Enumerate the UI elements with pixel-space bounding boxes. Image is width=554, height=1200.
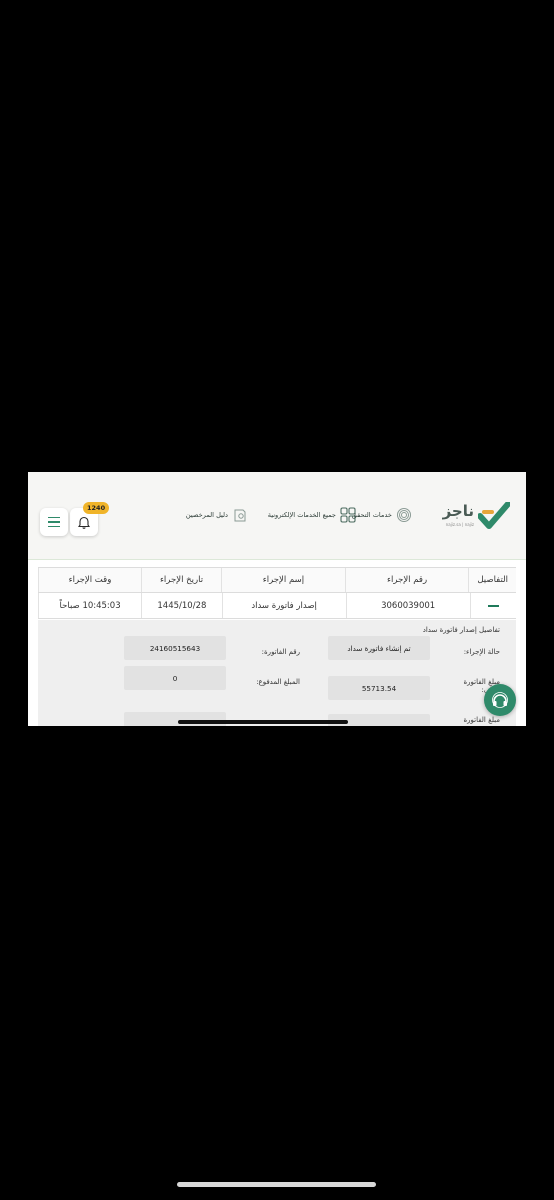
invoice-amount-label: مبلغ الفاتورة bbox=[463, 716, 501, 724]
invoice-number-label: رقم الفاتورة: bbox=[261, 648, 300, 656]
menu-line bbox=[48, 525, 60, 528]
nav-all-e-services-label: جميع الخدمات الإلكترونية bbox=[267, 511, 336, 519]
inner-home-indicator bbox=[178, 720, 348, 724]
najiz-logo[interactable]: ناجز najiz.sa | najiz bbox=[438, 502, 510, 532]
header-procedure-time: وقت الإجراء bbox=[38, 568, 141, 592]
status-label: حالة الإجراء: bbox=[463, 648, 500, 656]
notification-count-badge: 1240 bbox=[83, 502, 110, 514]
procedure-name-cell: إصدار فاتورة سداد bbox=[221, 593, 346, 618]
nav-all-e-services[interactable]: جميع الخدمات الإلكترونية bbox=[268, 507, 356, 523]
home-indicator[interactable] bbox=[177, 1182, 376, 1187]
header-procedure-date: تاريخ الإجراء bbox=[140, 568, 221, 592]
header-details: التفاصيل bbox=[468, 568, 516, 592]
logo-text: ناجز bbox=[442, 502, 474, 520]
procedures-table: التفاصيل رقم الإجراء إسم الإجراء تاريخ ا… bbox=[37, 567, 516, 619]
bell-icon bbox=[78, 516, 90, 529]
procedure-date-cell: 1445/10/28 bbox=[141, 593, 221, 618]
table-row: 3060039001 إصدار فاتورة سداد 1445/10/28 … bbox=[37, 593, 516, 619]
invoice-number-field: 24160515643 bbox=[124, 636, 226, 660]
header-procedure-name: إسم الإجراء bbox=[221, 568, 345, 592]
paid-amount-field: 0 bbox=[124, 666, 226, 690]
nav-licensees-guide[interactable]: دليل المرخصين bbox=[186, 507, 248, 523]
support-chat-button[interactable] bbox=[484, 684, 516, 716]
headset-icon bbox=[492, 692, 508, 708]
procedure-number-cell: 3060039001 bbox=[345, 593, 470, 618]
header-procedure-number: رقم الإجراء bbox=[344, 568, 469, 592]
details-title: تفاصيل إصدار فاتورة سداد bbox=[422, 626, 500, 634]
nav-licensees-guide-label: دليل المرخصين bbox=[185, 511, 228, 519]
license-guide-icon bbox=[234, 509, 246, 522]
table-header-row: التفاصيل رقم الإجراء إسم الإجراء تاريخ ا… bbox=[38, 567, 516, 593]
paid-amount-label: المبلغ المدفوع: bbox=[256, 678, 300, 686]
hamburger-menu-button[interactable] bbox=[40, 508, 68, 536]
menu-line bbox=[48, 521, 60, 523]
nav-verification-label: خدمات التحقق bbox=[351, 511, 392, 519]
total-amount-field: 55713.54 bbox=[328, 676, 430, 700]
fingerprint-icon bbox=[397, 508, 411, 522]
procedure-time-cell: 10:45:03 صباحاً bbox=[37, 593, 141, 618]
procedure-details-panel: تفاصيل إصدار فاتورة سداد حالة الإجراء: ت… bbox=[38, 620, 516, 726]
checkmark-logo-icon bbox=[478, 502, 510, 529]
logo-subtext: najiz.sa | najiz bbox=[445, 522, 474, 527]
collapse-row-button[interactable] bbox=[469, 593, 516, 618]
grid-icon bbox=[340, 507, 356, 523]
status-field: تم إنشاء فاتورة سداد bbox=[328, 636, 430, 660]
menu-line bbox=[48, 516, 60, 519]
site-header: ناجز najiz.sa | najiz خدمات التحقق جميع … bbox=[28, 472, 526, 560]
nav-verification-services[interactable]: خدمات التحقق bbox=[352, 507, 412, 523]
minus-icon bbox=[487, 604, 499, 607]
najiz-screenshot: ناجز najiz.sa | najiz خدمات التحقق جميع … bbox=[28, 472, 526, 726]
